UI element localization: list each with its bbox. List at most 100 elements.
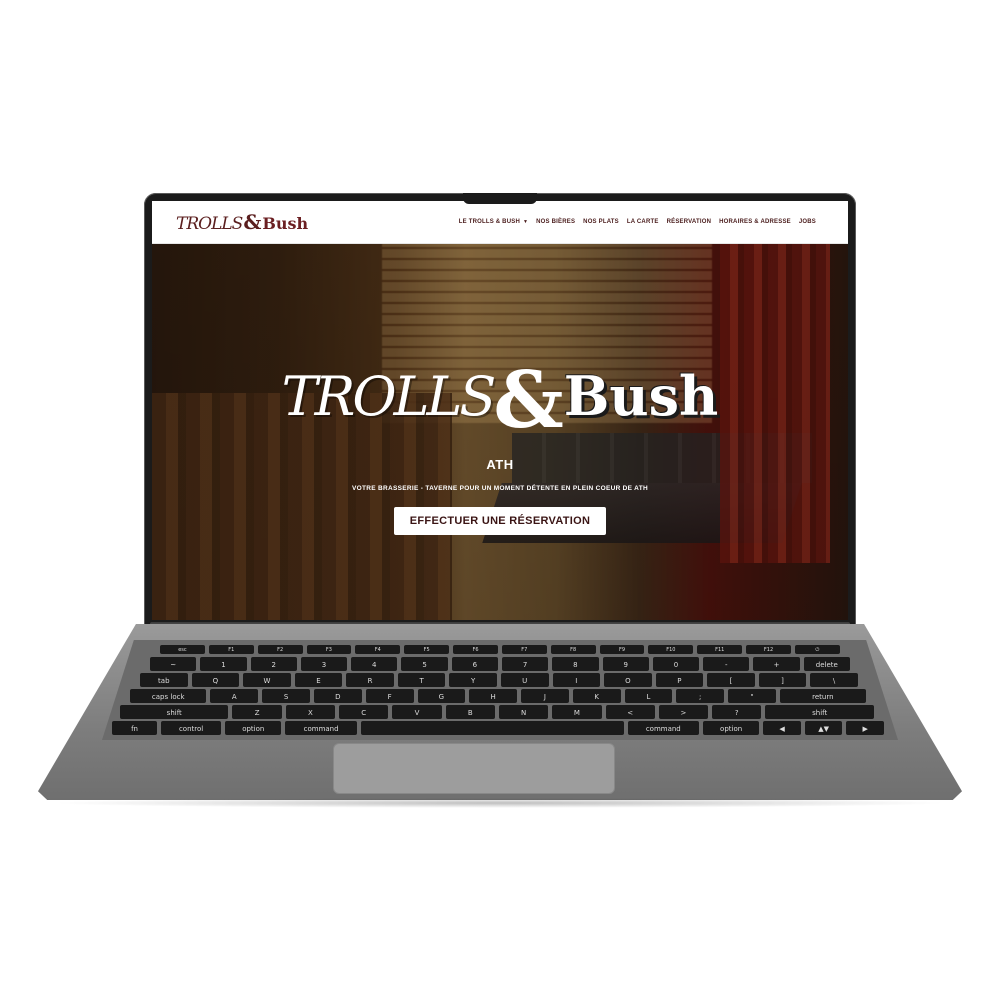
key-f2[interactable]: F2 xyxy=(257,645,303,654)
key-fn[interactable]: fn xyxy=(112,721,158,735)
hero-logo-trolls: TROLLS xyxy=(281,365,497,428)
key-f3[interactable]: F3 xyxy=(306,645,352,654)
key-x[interactable]: X xyxy=(285,705,336,719)
key-1[interactable]: 1 xyxy=(200,657,247,671)
key-tab[interactable]: tab xyxy=(140,673,188,687)
key-6[interactable]: 6 xyxy=(451,657,498,671)
key-9[interactable]: 9 xyxy=(602,657,649,671)
key-f6[interactable]: F6 xyxy=(453,645,498,654)
keyboard-row-q: tab Q W E R T Y U I O P[] \ xyxy=(140,673,858,687)
key-space[interactable] xyxy=(360,721,624,735)
key-command[interactable]: command xyxy=(627,721,699,735)
key-5[interactable]: 5 xyxy=(401,657,448,671)
key-f[interactable]: F xyxy=(365,689,414,703)
key-z[interactable]: Z xyxy=(232,705,282,719)
key--[interactable]: > xyxy=(658,705,709,719)
laptop-screen: TROLLS & Bush LE TROLLS & BUSH ▼ NOS BIÈR… xyxy=(152,201,848,620)
key-7[interactable]: 7 xyxy=(501,657,549,671)
nav-jobs[interactable]: JOBS xyxy=(799,219,816,225)
trackpad[interactable] xyxy=(333,743,615,794)
key--[interactable]: - xyxy=(703,657,750,671)
key-control[interactable]: control xyxy=(161,721,222,735)
key-a[interactable]: A xyxy=(210,689,259,703)
nav-la-carte[interactable]: LA CARTE xyxy=(627,219,659,225)
key-shift[interactable]: shift xyxy=(765,705,874,719)
nav-nos-plats[interactable]: NOS PLATS xyxy=(583,219,619,225)
key-shift[interactable]: shift xyxy=(120,705,229,719)
key-4[interactable]: 4 xyxy=(351,657,398,671)
key-return[interactable]: return xyxy=(779,689,866,703)
key--[interactable]: + xyxy=(753,657,800,671)
key-w[interactable]: W xyxy=(243,673,291,687)
key-option[interactable]: option xyxy=(225,721,282,735)
key-j[interactable]: J xyxy=(521,689,569,703)
key--[interactable]: ? xyxy=(712,705,762,719)
key--[interactable]: " xyxy=(728,689,776,703)
key-k[interactable]: K xyxy=(572,689,621,703)
key-t[interactable]: T xyxy=(397,673,446,687)
key-g[interactable]: G xyxy=(417,689,466,703)
key-p[interactable]: P xyxy=(655,673,704,687)
logo-ampersand: & xyxy=(243,210,262,234)
key-esc[interactable]: esc xyxy=(160,645,205,654)
nav-label: LE TROLLS & BUSH xyxy=(458,219,520,225)
hero-logo: TROLLS&Bush xyxy=(152,343,848,446)
key-f8[interactable]: F8 xyxy=(550,645,596,654)
hero-logo-ampersand: & xyxy=(493,355,564,446)
key-e[interactable]: E xyxy=(294,673,343,687)
key-f9[interactable]: F9 xyxy=(599,645,645,654)
key-f12[interactable]: F12 xyxy=(746,645,791,654)
laptop-shadow xyxy=(50,798,950,808)
key--[interactable]: \ xyxy=(810,673,858,687)
key-h[interactable]: H xyxy=(469,689,518,703)
key-f5[interactable]: F5 xyxy=(404,645,450,654)
key-i[interactable]: I xyxy=(552,673,601,687)
key-option[interactable]: option xyxy=(702,721,760,735)
key-caps-lock[interactable]: caps lock xyxy=(130,689,207,703)
key-b[interactable]: B xyxy=(445,705,495,719)
key--[interactable]: ▲▼ xyxy=(804,721,843,735)
key--[interactable]: ~ xyxy=(150,657,197,671)
key-command[interactable]: command xyxy=(285,721,357,735)
key--[interactable]: ◀ xyxy=(763,721,801,735)
key-l[interactable]: L xyxy=(624,689,673,703)
hero-tagline: VOTRE BRASSERIE - TAVERNE POUR UN MOMENT… xyxy=(352,485,648,492)
nav-horaires-adresse[interactable]: HORAIRES & ADRESSE xyxy=(719,219,791,225)
key-f11[interactable]: F11 xyxy=(697,645,743,654)
key-n[interactable]: N xyxy=(498,705,549,719)
key-8[interactable]: 8 xyxy=(552,657,599,671)
key-2[interactable]: 2 xyxy=(250,657,297,671)
keyboard-row-fn: esc F1 F2 F3 F4 F5 F6 F7 F8 F9 F10 F11 F12 ⏻ xyxy=(160,645,840,654)
chevron-down-icon: ▼ xyxy=(522,219,529,225)
key--[interactable]: [ xyxy=(707,673,755,687)
key-m[interactable]: M xyxy=(552,705,602,719)
key--[interactable]: ] xyxy=(758,673,807,687)
key-r[interactable]: R xyxy=(346,673,394,687)
key-q[interactable]: Q xyxy=(191,673,240,687)
nav-le-trolls-bush[interactable]: LE TROLLS & BUSH ▼ xyxy=(459,219,528,225)
key-0[interactable]: 0 xyxy=(652,657,700,671)
key-s[interactable]: S xyxy=(262,689,310,703)
key-c[interactable]: C xyxy=(339,705,389,719)
key-delete[interactable]: delete xyxy=(803,657,850,671)
key-f4[interactable]: F4 xyxy=(355,645,401,654)
key--[interactable]: ▶ xyxy=(846,721,884,735)
key-f7[interactable]: F7 xyxy=(501,645,547,654)
keyboard-row-num: ~1 2 3 4 5 6 7 8 9 0- + delete xyxy=(150,657,850,671)
key-o[interactable]: O xyxy=(604,673,652,687)
key-y[interactable]: Y xyxy=(449,673,497,687)
key--[interactable]: < xyxy=(605,705,655,719)
key-v[interactable]: V xyxy=(392,705,442,719)
nav-nos-bieres[interactable]: NOS BIÈRES xyxy=(536,219,575,225)
reservation-button[interactable]: EFFECTUER UNE RÉSERVATION xyxy=(394,507,606,535)
key-d[interactable]: D xyxy=(313,689,362,703)
key-f10[interactable]: F10 xyxy=(648,645,694,654)
site-logo[interactable]: TROLLS & Bush xyxy=(176,210,308,234)
nav-reservation[interactable]: RÉSERVATION xyxy=(667,219,712,225)
key-f1[interactable]: F1 xyxy=(208,645,254,654)
key-u[interactable]: U xyxy=(500,673,549,687)
key--[interactable]: ; xyxy=(676,689,725,703)
key--[interactable]: ⏻ xyxy=(794,645,840,654)
logo-bush: Bush xyxy=(262,214,309,233)
key-3[interactable]: 3 xyxy=(300,657,348,671)
